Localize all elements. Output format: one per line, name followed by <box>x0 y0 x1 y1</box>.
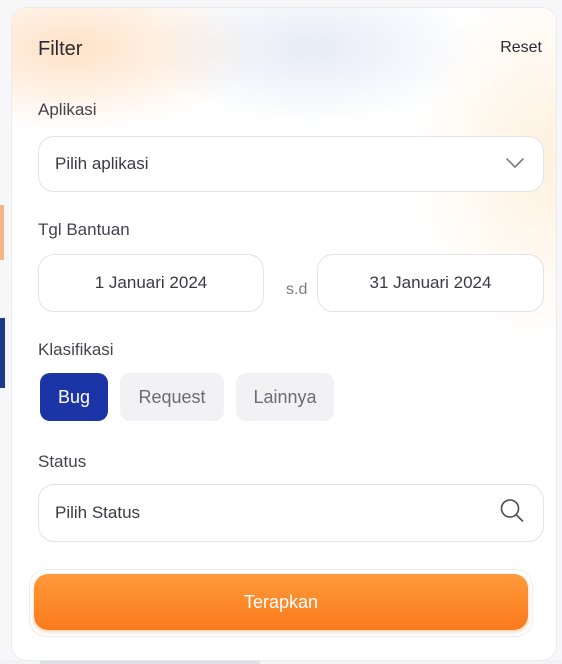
status-search-field[interactable]: Pilih Status <box>38 484 544 542</box>
status-label: Status <box>38 452 87 471</box>
chip-request[interactable]: Request <box>120 373 224 421</box>
background-accent <box>0 318 5 388</box>
chip-bug[interactable]: Bug <box>40 373 108 421</box>
start-date-field[interactable]: 1 Januari 2024 <box>38 254 264 312</box>
date-range-separator: s.d <box>286 281 308 298</box>
aplikasi-label: Aplikasi <box>38 100 97 119</box>
chip-lainnya[interactable]: Lainnya <box>236 373 334 421</box>
aplikasi-select[interactable]: Pilih aplikasi <box>38 136 544 192</box>
apply-button[interactable]: Terapkan <box>34 574 528 630</box>
background-accent <box>0 205 4 260</box>
search-icon <box>499 498 525 529</box>
filter-header: Filter Reset <box>38 38 542 62</box>
filter-panel: Filter Reset Aplikasi Pilih aplikasi Tgl… <box>12 8 556 660</box>
reset-button[interactable]: Reset <box>500 39 542 57</box>
chevron-down-icon <box>505 154 525 174</box>
status-placeholder: Pilih Status <box>55 503 141 522</box>
start-date-value: 1 Januari 2024 <box>94 273 208 292</box>
end-date-value: 31 Januari 2024 <box>369 273 492 292</box>
klasifikasi-label: Klasifikasi <box>38 340 114 359</box>
filter-title: Filter <box>38 38 83 60</box>
aplikasi-select-value: Pilih aplikasi <box>55 154 149 173</box>
end-date-field[interactable]: 31 Januari 2024 <box>317 254 544 312</box>
apply-button-container: Terapkan <box>30 570 532 636</box>
tgl-bantuan-label: Tgl Bantuan <box>38 220 130 239</box>
